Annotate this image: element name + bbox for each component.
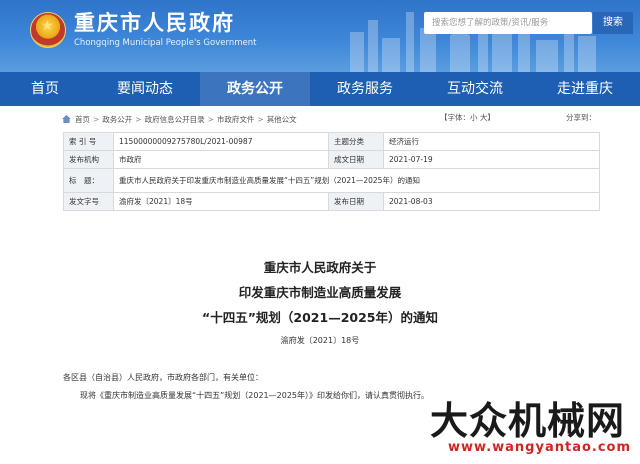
published-date-value: 2021-08-03	[383, 192, 600, 211]
nav-item-government-affairs[interactable]: 政务公开	[200, 72, 310, 106]
nav-item-interaction[interactable]: 互动交流	[420, 72, 530, 106]
font-size-suffix: 】	[487, 113, 495, 122]
nav-item-home[interactable]: 首页	[0, 72, 90, 106]
breadcrumb-catalog[interactable]: 政府信息公开目录	[145, 114, 205, 125]
subject-value: 经济运行	[383, 132, 600, 151]
font-size-prefix: 【字体：	[440, 113, 470, 122]
issuer-label: 发布机构	[63, 150, 114, 169]
watermark-url: www.wangyantao.com	[448, 440, 632, 455]
document-title-line-1: 重庆市人民政府关于	[263, 260, 377, 275]
created-date-value: 2021-07-19	[383, 150, 600, 169]
index-number-value: 11500000009275780L/2021-00987	[113, 132, 329, 151]
breadcrumb-separator: >	[207, 114, 214, 124]
document-addressee: 各区县（自治县）人民政府，市政府各部门，有关单位：	[63, 373, 263, 382]
watermark-logo-text: 大众机械网	[430, 399, 626, 443]
font-size-small-button[interactable]: 小	[470, 113, 478, 122]
document-body: 现将《重庆市制造业高质量发展“十四五”规划（2021—2025年）》印发给你们，…	[80, 391, 430, 400]
document-title-line-2: 印发重庆市制造业高质量发展	[238, 285, 402, 300]
site-subtitle: Chongqing Municipal People's Government	[74, 38, 257, 48]
home-icon	[62, 115, 71, 123]
index-number-label: 索 引 号	[63, 132, 114, 151]
search-input[interactable]	[424, 12, 592, 34]
font-size-control: 【字体：小 大】	[440, 112, 495, 123]
document-number-label: 发文字号	[63, 192, 114, 211]
breadcrumb-municipal-documents[interactable]: 市政府文件	[217, 114, 255, 125]
created-date-label: 成文日期	[328, 150, 384, 169]
breadcrumb-separator: >	[93, 114, 100, 124]
breadcrumb-home[interactable]: 首页	[75, 114, 90, 125]
breadcrumb-separator: >	[257, 114, 264, 124]
title-value: 重庆市人民政府关于印发重庆市制造业高质量发展“十四五”规划（2021—2025年…	[113, 168, 600, 193]
issuer-value: 市政府	[113, 150, 329, 169]
document-title-line-3: “十四五”规划（2021—2025年）的通知	[201, 310, 438, 325]
published-date-label: 发布日期	[328, 192, 384, 211]
title-label: 标 题：	[63, 168, 114, 193]
nav-item-news[interactable]: 要闻动态	[90, 72, 200, 106]
nav-item-services[interactable]: 政务服务	[310, 72, 420, 106]
document-number: 渝府发〔2021〕18号	[280, 336, 360, 345]
main-nav: 首页 要闻动态 政务公开 政务服务 互动交流 走进重庆	[0, 72, 640, 106]
nav-item-about-chongqing[interactable]: 走进重庆	[530, 72, 640, 106]
breadcrumb-other-documents[interactable]: 其他公文	[267, 114, 297, 125]
breadcrumb-separator: >	[135, 114, 142, 124]
subject-label: 主题分类	[328, 132, 384, 151]
site-header: ★ 重庆市人民政府 Chongqing Municipal People's G…	[0, 0, 640, 72]
breadcrumb: 首页 > 政务公开 > 政府信息公开目录 > 市政府文件 > 其他公文	[62, 112, 297, 126]
share-label[interactable]: 分享到：	[566, 112, 596, 123]
document-info-table: 索 引 号 11500000009275780L/2021-00987 主题分类…	[63, 132, 600, 211]
national-emblem-icon[interactable]: ★	[30, 12, 66, 48]
breadcrumb-government-affairs[interactable]: 政务公开	[102, 114, 132, 125]
site-title[interactable]: 重庆市人民政府	[74, 10, 235, 36]
search-button[interactable]: 搜索	[593, 12, 633, 34]
document-number-value: 渝府发〔2021〕18号	[113, 192, 329, 211]
